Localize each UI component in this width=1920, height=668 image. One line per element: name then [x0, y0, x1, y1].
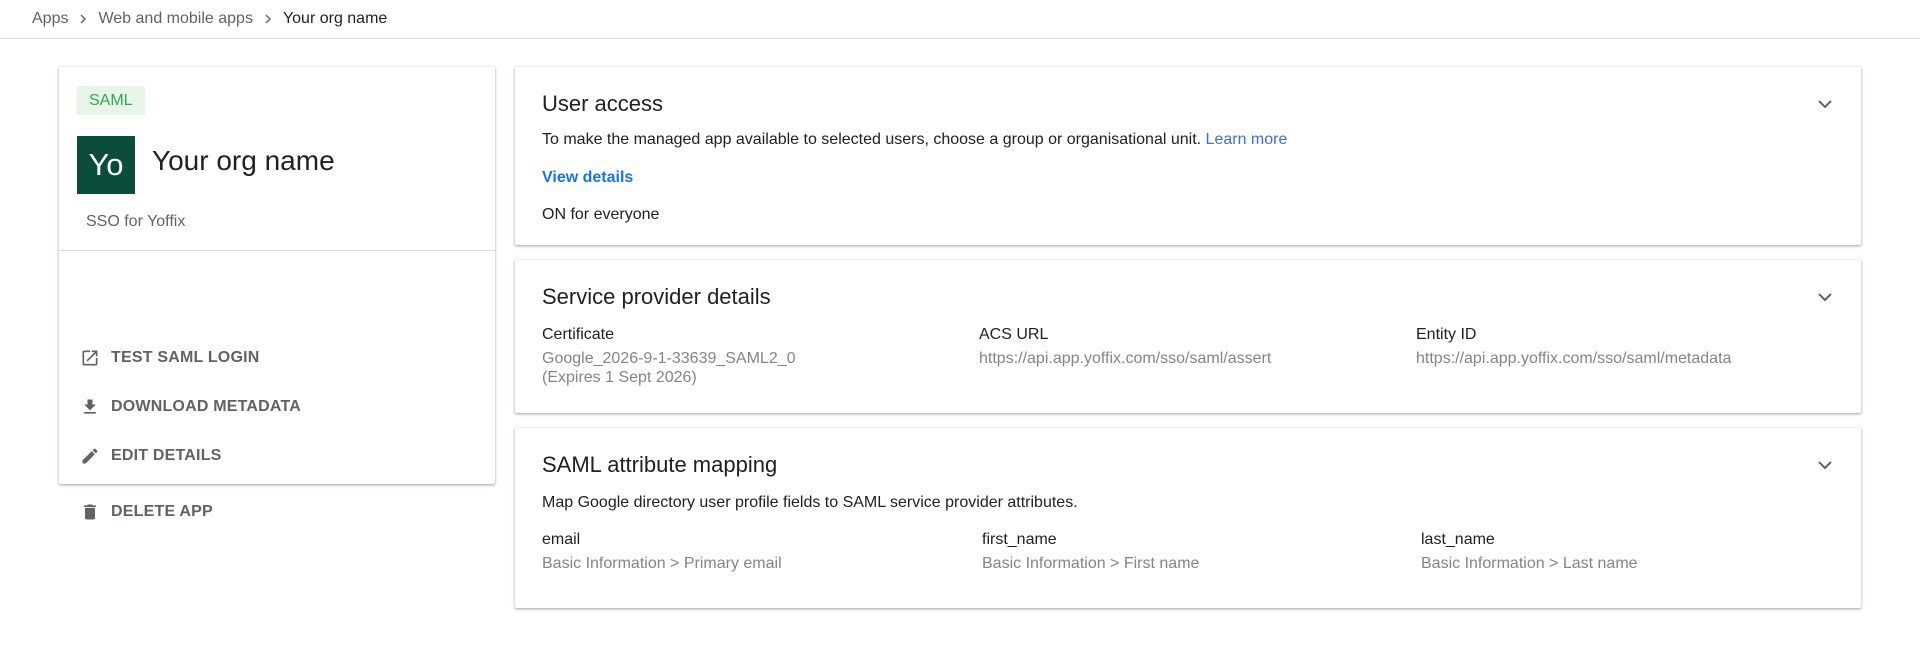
- app-description: SSO for Yoffix: [86, 213, 186, 230]
- acs-url-value: https://api.app.yoffix.com/sso/saml/asse…: [979, 350, 1272, 367]
- certificate-value: Google_2026-9-1-33639_SAML2_0: [542, 350, 796, 367]
- action-label: EDIT DETAILS: [111, 447, 222, 464]
- edit-details-button[interactable]: EDIT DETAILS: [80, 446, 222, 466]
- chevron-down-icon[interactable]: [1813, 92, 1837, 116]
- chevron-down-icon[interactable]: [1813, 285, 1837, 309]
- chevron-right-icon: [68, 14, 98, 24]
- attribute-mapping-description: Map Google directory user profile fields…: [542, 494, 1078, 511]
- attribute-mapping-card[interactable]: SAML attribute mapping Map Google direct…: [515, 428, 1861, 608]
- certificate-label: Certificate: [542, 326, 615, 343]
- breadcrumb-apps[interactable]: Apps: [32, 10, 68, 28]
- app-summary-card: SAML Yo Your org name SSO for Yoffix TES…: [59, 67, 495, 520]
- user-access-title: User access: [542, 91, 664, 116]
- certificate-expiry: (Expires 1 Sept 2026): [542, 369, 697, 386]
- entity-id-value: https://api.app.yoffix.com/sso/saml/meta…: [1416, 350, 1732, 367]
- saml-badge: SAML: [77, 86, 145, 115]
- mapping-source-last-name: Basic Information > Last name: [1421, 555, 1638, 572]
- app-avatar: Yo: [77, 136, 135, 194]
- open-in-new-icon: [80, 348, 100, 368]
- learn-more-link[interactable]: Learn more: [1206, 131, 1288, 148]
- download-icon: [80, 397, 100, 417]
- view-details-link[interactable]: View details: [542, 169, 633, 187]
- mapping-source-email: Basic Information > Primary email: [542, 555, 782, 572]
- test-saml-login-button[interactable]: TEST SAML LOGIN: [80, 348, 259, 368]
- chevron-down-icon[interactable]: [1813, 453, 1837, 477]
- trash-icon: [80, 502, 100, 522]
- delete-app-button[interactable]: DELETE APP: [80, 502, 213, 522]
- service-provider-title: Service provider details: [542, 284, 771, 309]
- entity-id-label: Entity ID: [1416, 326, 1477, 343]
- service-provider-card[interactable]: Service provider details Certificate Goo…: [515, 260, 1861, 413]
- action-label: TEST SAML LOGIN: [111, 349, 260, 366]
- user-access-status: ON for everyone: [542, 206, 660, 223]
- mapping-source-first-name: Basic Information > First name: [982, 555, 1200, 572]
- user-access-card[interactable]: User access To make the managed app avai…: [515, 67, 1861, 245]
- download-metadata-button[interactable]: DOWNLOAD METADATA: [80, 397, 301, 417]
- mapping-attribute-first-name: first_name: [982, 531, 1057, 548]
- action-label: DOWNLOAD METADATA: [111, 398, 302, 415]
- chevron-right-icon: [253, 14, 283, 24]
- app-name: Your org name: [152, 145, 335, 176]
- attribute-mapping-title: SAML attribute mapping: [542, 452, 778, 477]
- mapping-attribute-email: email: [542, 531, 581, 548]
- acs-url-label: ACS URL: [979, 326, 1049, 343]
- action-label: DELETE APP: [111, 503, 213, 520]
- breadcrumb-web-and-mobile-apps[interactable]: Web and mobile apps: [98, 10, 252, 28]
- edit-pencil-icon: [80, 446, 100, 466]
- breadcrumb-current: Your org name: [282, 10, 388, 27]
- breadcrumb: Apps Web and mobile apps Your org name: [32, 10, 387, 28]
- mapping-attribute-last-name: last_name: [1421, 531, 1495, 548]
- user-access-description: To make the managed app available to sel…: [542, 131, 1288, 148]
- divider: [59, 250, 495, 251]
- top-bar: Apps Web and mobile apps Your org name: [0, 0, 1920, 39]
